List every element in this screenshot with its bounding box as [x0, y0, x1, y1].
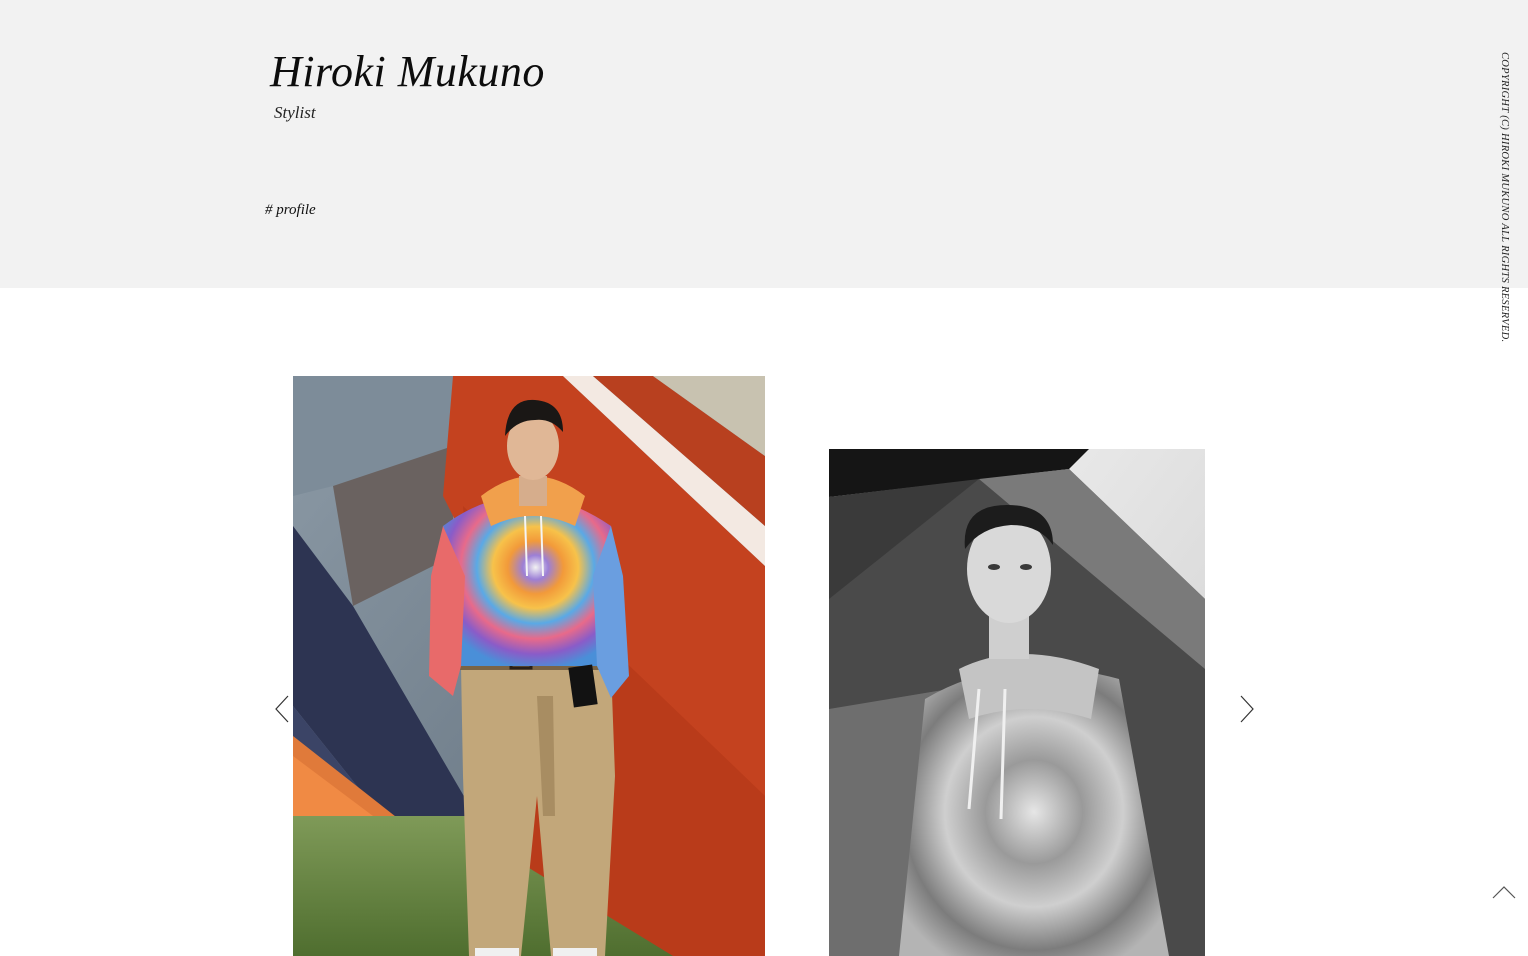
back-to-top-button[interactable] [1490, 882, 1518, 902]
model-tie-dye-hoodie-color-photo [293, 376, 765, 956]
nav-link-profile[interactable]: # profile [265, 200, 316, 220]
site-title[interactable]: Hiroki Mukuno [270, 44, 545, 100]
site-subtitle: Stylist [274, 103, 316, 122]
page: Hiroki Mukuno Stylist # profile COPYRIGH… [0, 0, 1528, 956]
carousel-slide-bw-photo[interactable] [829, 449, 1205, 956]
site-header: Hiroki Mukuno Stylist # profile [0, 0, 1528, 288]
model-tie-dye-hoodie-bw-photo [829, 449, 1205, 956]
chevron-up-icon [1492, 886, 1516, 899]
carousel-next-button[interactable] [1234, 692, 1258, 726]
carousel-slide-color-photo[interactable] [293, 376, 765, 956]
carousel-prev-button[interactable] [271, 692, 295, 726]
photo-carousel [0, 288, 1528, 956]
chevron-left-icon [275, 695, 289, 723]
chevron-right-icon [1240, 695, 1254, 723]
